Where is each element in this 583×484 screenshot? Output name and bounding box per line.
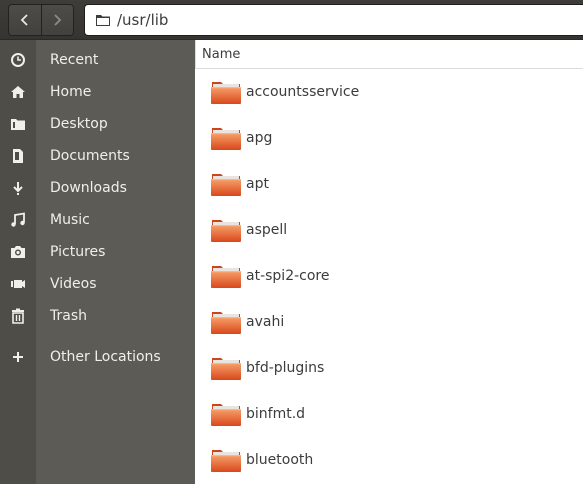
sidebar-item-recent[interactable]: Recent [0,45,195,75]
file-row[interactable]: apg [195,115,583,161]
file-row[interactable]: bfd-plugins [195,345,583,391]
plus-icon [13,352,23,362]
sidebar-item-label: Music [50,212,90,228]
column-divider [195,40,196,68]
file-name: apg [246,130,273,146]
camera-icon [11,246,25,258]
sidebar: Recent Home Desktop Documents Downloads [0,40,195,484]
file-row[interactable]: bluetooth [195,437,583,483]
folder-icon [211,358,241,380]
file-name: binfmt.d [246,406,306,422]
folder-icon [211,312,241,334]
file-row[interactable]: avahi [195,299,583,345]
sidebar-item-label: Downloads [50,180,127,196]
download-icon [13,182,23,195]
file-name: accountsservice [246,84,360,100]
folder-icon [211,82,241,104]
folder-icon [211,266,241,288]
file-row[interactable]: accountsservice [195,69,583,115]
folder-icon [96,15,110,26]
file-name: aspell [246,222,288,238]
clock-icon [11,53,25,67]
nav-buttons [8,4,74,36]
sidebar-item-label: Desktop [50,116,108,132]
sidebar-item-other-locations[interactable]: Other Locations [0,342,195,372]
folder-icon [211,450,241,472]
file-name: apt [246,176,269,192]
sidebar-item-documents[interactable]: Documents [0,141,195,171]
file-name: bluetooth [246,452,314,468]
sidebar-item-desktop[interactable]: Desktop [0,109,195,139]
sidebar-item-label: Videos [50,276,97,292]
sidebar-item-pictures[interactable]: Pictures [0,237,195,267]
column-header-name[interactable]: Name [195,40,583,69]
chevron-left-icon [20,14,28,26]
folder-icon [211,128,241,150]
file-row[interactable]: binfmt.d [195,391,583,437]
file-row[interactable]: aspell [195,207,583,253]
header-bar: /usr/lib [0,0,583,40]
sidebar-item-label: Pictures [50,244,106,260]
file-name: at-spi2-core [246,268,330,284]
chevron-right-icon [54,14,62,26]
file-name: bfd-plugins [246,360,325,376]
location-path: /usr/lib [117,11,169,29]
home-icon [11,86,25,98]
file-name: avahi [246,314,285,330]
document-icon [13,149,23,163]
file-list-view: Name accountsservice apg apt aspell at-s… [195,40,583,484]
forward-button[interactable] [40,5,73,35]
file-row[interactable]: apt [195,161,583,207]
desktop-icon [11,119,25,130]
sidebar-item-label: Home [50,84,92,100]
location-bar[interactable]: /usr/lib [84,4,583,36]
sidebar-item-videos[interactable]: Videos [0,269,195,299]
sidebar-item-label: Documents [50,148,130,164]
sidebar-item-music[interactable]: Music [0,205,195,235]
sidebar-item-trash[interactable]: Trash [0,301,195,331]
sidebar-item-label: Recent [50,52,99,68]
trash-icon [12,308,24,324]
sidebar-item-label: Trash [50,308,87,324]
sidebar-item-home[interactable]: Home [0,77,195,107]
sidebar-item-label: Other Locations [50,349,161,365]
back-button[interactable] [9,5,41,35]
column-header-label: Name [202,46,241,62]
file-row[interactable]: at-spi2-core [195,253,583,299]
video-icon [11,280,25,288]
sidebar-item-downloads[interactable]: Downloads [0,173,195,203]
folder-icon [211,174,241,196]
music-icon [11,212,25,227]
folder-icon [211,220,241,242]
folder-icon [211,404,241,426]
